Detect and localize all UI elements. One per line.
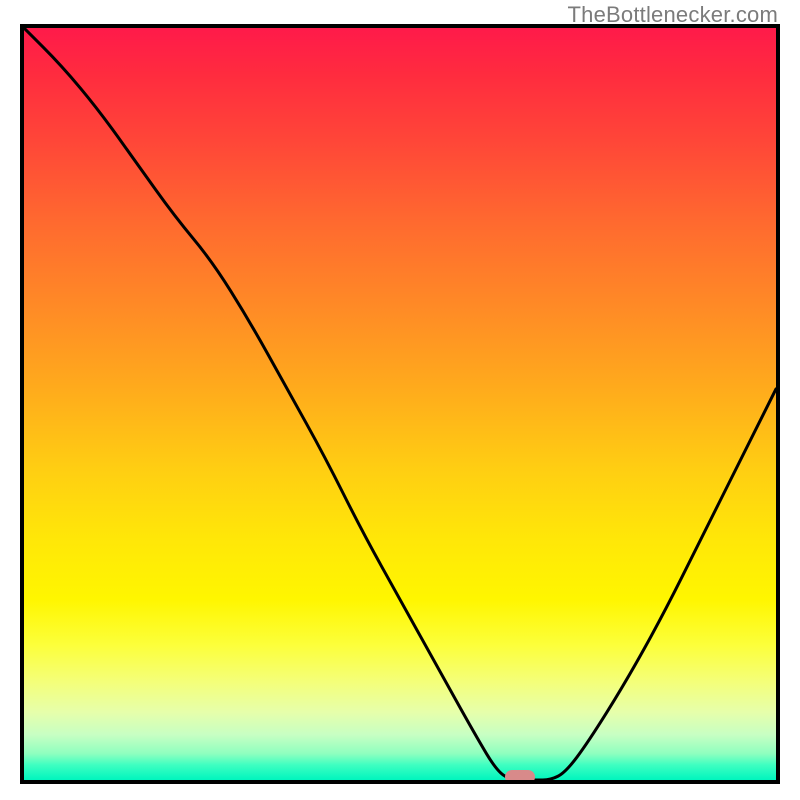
bottleneck-curve [24, 28, 776, 780]
plot-area [20, 24, 780, 784]
chart-container: TheBottlenecker.com [0, 0, 800, 800]
optimum-marker [505, 770, 535, 784]
